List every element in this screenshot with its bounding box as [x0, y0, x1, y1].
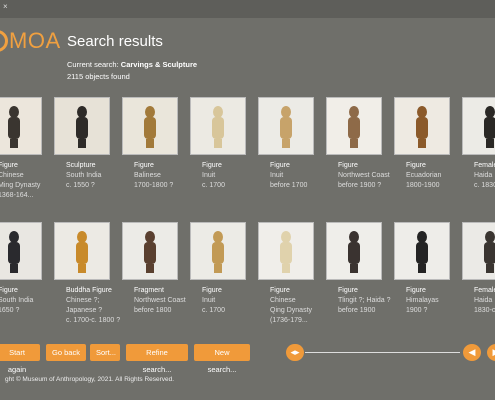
object-detail: (1736-179... [270, 317, 308, 324]
close-icon[interactable]: × [3, 2, 8, 11]
results-count: 2115 objects found [67, 72, 130, 81]
window-titlebar: × [0, 0, 495, 18]
object-thumbnail[interactable] [190, 97, 246, 155]
object-title: Female Figure [474, 287, 495, 294]
go-back-button[interactable]: Go back [46, 344, 86, 361]
next-page-button[interactable]: ▶ [487, 344, 495, 361]
current-search-value: Carvings & Sculpture [120, 60, 198, 69]
object-thumbnail[interactable] [258, 97, 314, 155]
object-detail: c. 1830-c... [474, 182, 495, 189]
object-detail: 1830-c... [474, 307, 495, 314]
logo-mark-icon [0, 30, 8, 52]
previous-page-button[interactable]: ◀ [463, 344, 481, 361]
object-metadata: Female Figure Haida c. 1830-c... [474, 161, 495, 191]
start-again-button[interactable]: Start again [0, 344, 40, 374]
object-thumbnail[interactable] [190, 222, 246, 280]
object-detail: c. 1700-c. 1800 ? [66, 317, 121, 324]
copyright-footer: ght © Museum of Anthropology, 2021. All … [0, 376, 174, 383]
object-metadata: Female Figure Haida 1830-c... [474, 286, 495, 316]
object-thumbnail[interactable] [394, 97, 450, 155]
current-search: Current search: Carvings & Sculpture [67, 60, 197, 69]
sort-button[interactable]: Sort... [90, 344, 120, 361]
object-thumbnail[interactable] [462, 222, 495, 280]
object-thumbnail[interactable] [122, 97, 178, 155]
object-thumbnail[interactable] [0, 97, 42, 155]
logo-text: MOA [9, 28, 61, 53]
page-title: Search results [67, 33, 163, 50]
object-thumbnail[interactable] [258, 222, 314, 280]
current-search-label: Current search: [67, 60, 119, 69]
scroll-slider-knob[interactable]: ◂▸ [286, 344, 304, 361]
object-thumbnail[interactable] [394, 222, 450, 280]
copyright-text: ght © Museum of Anthropology, 2021. All … [5, 376, 175, 383]
new-search-button[interactable]: New search... [194, 344, 250, 374]
object-detail: Haida [474, 172, 493, 179]
refine-search-button[interactable]: Refine search... [126, 344, 188, 374]
object-thumbnail[interactable] [326, 222, 382, 280]
object-thumbnail[interactable] [462, 97, 495, 155]
object-thumbnail[interactable] [54, 222, 110, 280]
scroll-slider-track[interactable] [305, 352, 460, 353]
object-thumbnail[interactable] [0, 222, 42, 280]
object-detail: 1368-164... [0, 192, 34, 199]
object-thumbnail[interactable] [122, 222, 178, 280]
object-thumbnail[interactable] [326, 97, 382, 155]
moa-logo[interactable]: MOA [0, 28, 61, 54]
object-thumbnail[interactable] [54, 97, 110, 155]
object-title: Female Figure [474, 162, 495, 169]
object-detail: Haida [474, 297, 493, 304]
